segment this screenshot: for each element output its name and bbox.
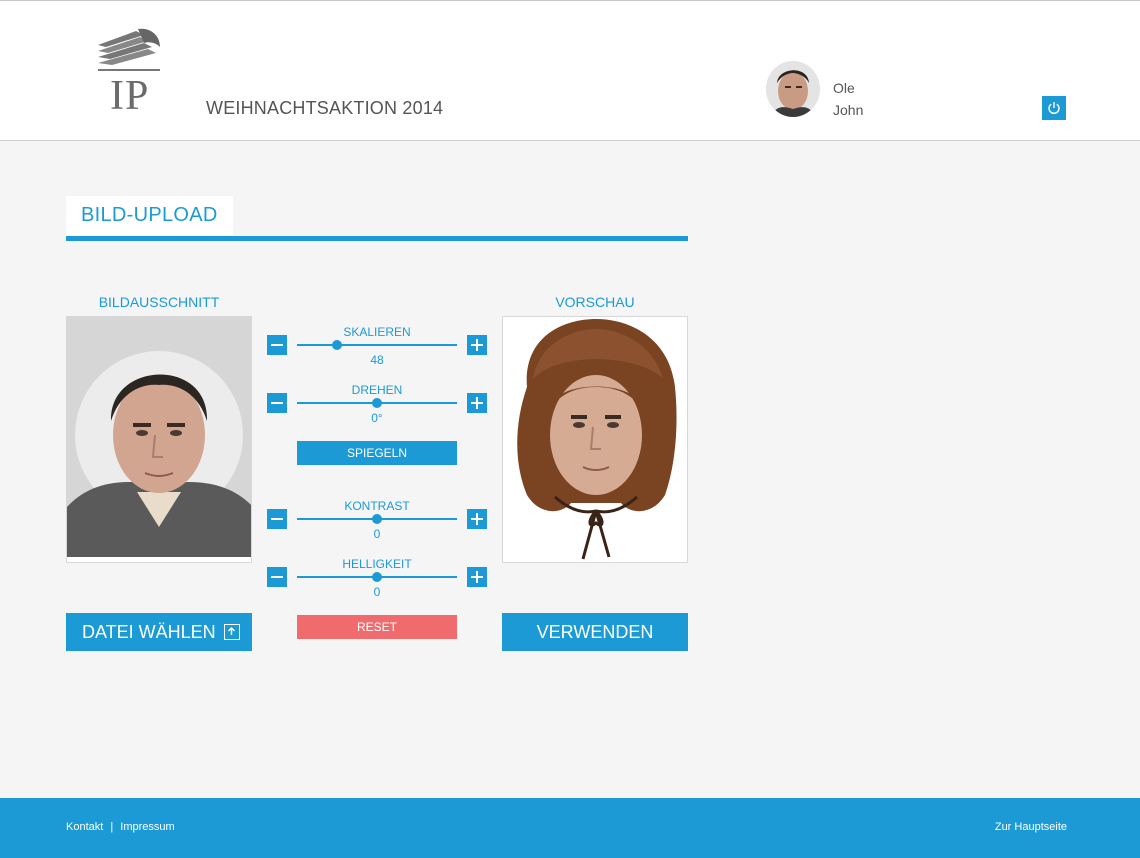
- imprint-link[interactable]: Impressum: [120, 821, 174, 833]
- footer: Kontakt | Impressum Zur Hauptseite: [0, 798, 1140, 858]
- contrast-slider[interactable]: [297, 513, 457, 525]
- logo-feather-mark: [98, 28, 160, 71]
- crop-image-frame[interactable]: [66, 316, 252, 563]
- choose-file-button[interactable]: DATEI WÄHLEN: [66, 613, 252, 651]
- rotate-slider-thumb[interactable]: [372, 398, 382, 408]
- choose-file-label: DATEI WÄHLEN: [82, 622, 216, 642]
- scale-slider-track: [297, 344, 457, 346]
- user-first-name: Ole: [833, 80, 855, 96]
- brightness-value: 0: [373, 585, 381, 599]
- brightness-decrease-button[interactable]: [267, 567, 287, 587]
- reset-button[interactable]: RESET: [297, 615, 457, 639]
- header: IP WEIHNACHTSAKTION 2014 Ole John: [0, 0, 1140, 141]
- rotate-slider[interactable]: [297, 397, 457, 409]
- preview-heading: VORSCHAU: [555, 294, 635, 310]
- scale-increase-button[interactable]: [467, 335, 487, 355]
- mirror-button[interactable]: SPIEGELN: [297, 441, 457, 465]
- contrast-value: 0: [373, 527, 381, 541]
- user-avatar-image: [766, 61, 820, 117]
- brightness-slider-thumb[interactable]: [372, 572, 382, 582]
- upload-icon: [224, 624, 240, 640]
- power-icon: [1048, 102, 1060, 115]
- section-underline: [66, 236, 688, 241]
- use-button[interactable]: VERWENDEN: [502, 613, 688, 651]
- contrast-label: KONTRAST: [344, 499, 410, 513]
- scale-slider[interactable]: [297, 339, 457, 351]
- app-title: WEIHNACHTSAKTION 2014: [206, 98, 444, 118]
- brightness-slider[interactable]: [297, 571, 457, 583]
- brightness-label: HELLIGKEIT: [342, 557, 412, 571]
- avatar[interactable]: [766, 61, 820, 117]
- contrast-decrease-button[interactable]: [267, 509, 287, 529]
- brightness-increase-button[interactable]: [467, 567, 487, 587]
- contact-link[interactable]: Kontakt: [66, 821, 103, 833]
- crop-image: [67, 317, 251, 562]
- scale-slider-thumb[interactable]: [332, 340, 342, 350]
- footer-separator: |: [110, 821, 114, 833]
- preview-image: [503, 317, 687, 562]
- contrast-increase-button[interactable]: [467, 509, 487, 529]
- logo: IP: [96, 25, 164, 117]
- rotate-increase-button[interactable]: [467, 393, 487, 413]
- crop-heading: BILDAUSSCHNITT: [98, 294, 220, 310]
- rotate-value: 0°: [371, 411, 383, 425]
- rotate-decrease-button[interactable]: [267, 393, 287, 413]
- user-last-name: John: [833, 102, 864, 118]
- scale-value: 48: [370, 353, 384, 367]
- scale-decrease-button[interactable]: [267, 335, 287, 355]
- footer-links: Kontakt | Impressum: [66, 821, 175, 833]
- home-link[interactable]: Zur Hauptseite: [995, 821, 1067, 833]
- preview-image-frame: [502, 316, 688, 563]
- contrast-slider-thumb[interactable]: [372, 514, 382, 524]
- rotate-label: DREHEN: [351, 383, 403, 397]
- logo-text: IP: [110, 73, 150, 119]
- scale-label: SKALIEREN: [343, 325, 411, 339]
- logout-button[interactable]: [1042, 96, 1066, 120]
- section-title: BILD-UPLOAD: [66, 196, 233, 236]
